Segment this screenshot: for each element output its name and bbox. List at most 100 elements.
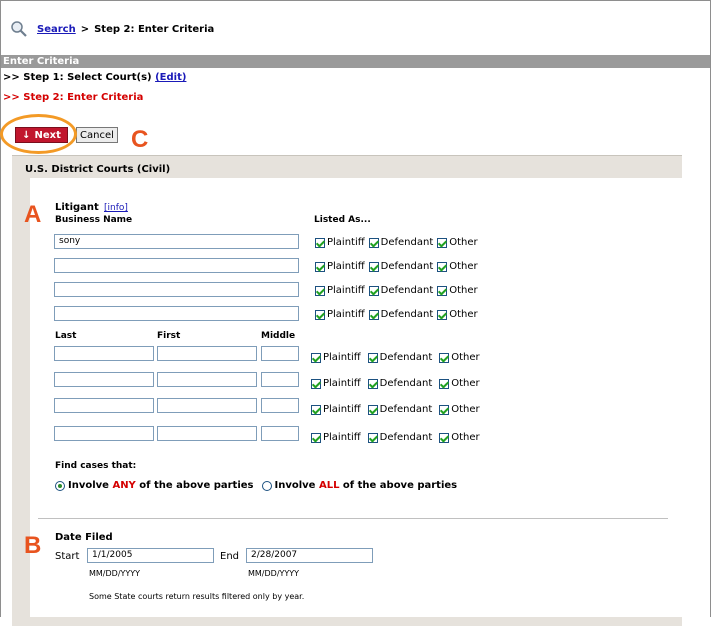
checkbox-plaintiff[interactable] xyxy=(311,404,321,415)
breadcrumb-search-link[interactable]: Search xyxy=(37,24,76,35)
litigant-info-link[interactable]: [info] xyxy=(104,203,128,213)
business-name-input[interactable] xyxy=(54,282,299,297)
business-name-input[interactable]: sony xyxy=(54,234,299,249)
step2-line: >> Step 2: Enter Criteria xyxy=(3,92,144,103)
checkbox-defendant[interactable] xyxy=(368,309,379,320)
business-name-input[interactable] xyxy=(54,306,299,321)
checkbox-other[interactable] xyxy=(439,378,450,389)
checkbox-defendant-label: Defendant xyxy=(379,432,433,443)
last-name-input[interactable] xyxy=(54,398,154,413)
last-name-input[interactable] xyxy=(54,426,154,441)
checkbox-other-label: Other xyxy=(451,404,480,415)
checkbox-other-label: Other xyxy=(449,261,478,272)
checkbox-plaintiff[interactable] xyxy=(311,352,321,363)
business-name-input[interactable] xyxy=(54,258,299,273)
checkbox-other[interactable] xyxy=(437,285,448,296)
checkbox-defendant[interactable] xyxy=(368,261,379,272)
checkbox-plaintiff[interactable] xyxy=(315,309,325,320)
checkbox-defendant[interactable] xyxy=(367,432,378,443)
checkbox-other-label: Other xyxy=(451,352,480,363)
date-filed-title: Date Filed xyxy=(55,532,113,543)
checkbox-defendant[interactable] xyxy=(367,378,378,389)
listed-as-checkboxes: Plaintiff Defendant Other xyxy=(315,237,478,248)
checkbox-plaintiff[interactable] xyxy=(315,285,325,296)
checkbox-defendant-label: Defendant xyxy=(380,309,434,320)
checkbox-other[interactable] xyxy=(439,352,450,363)
first-name-input[interactable] xyxy=(157,426,257,441)
search-magnifier-icon xyxy=(10,20,28,38)
middle-name-input[interactable] xyxy=(261,398,299,413)
step1-edit-link[interactable]: (Edit) xyxy=(155,72,186,83)
breadcrumb: Search > Step 2: Enter Criteria xyxy=(10,19,214,39)
checkbox-other[interactable] xyxy=(437,309,448,320)
checkbox-defendant-label: Defendant xyxy=(380,237,434,248)
checkbox-defendant[interactable] xyxy=(368,237,379,248)
step1-label: >> Step 1: Select Court(s) xyxy=(3,72,152,83)
annotation-a: A xyxy=(24,201,42,228)
checkbox-other[interactable] xyxy=(439,432,450,443)
radio-all-label: Involve ALL of the above parties xyxy=(274,480,458,491)
checkbox-other-label: Other xyxy=(451,378,480,389)
checkbox-plaintiff[interactable] xyxy=(315,237,325,248)
start-label: Start xyxy=(55,551,80,562)
cancel-button[interactable]: Cancel xyxy=(76,127,118,143)
first-name-input[interactable] xyxy=(157,372,257,387)
checkbox-plaintiff-label: Plaintiff xyxy=(327,237,365,248)
checkbox-other[interactable] xyxy=(437,261,448,272)
annotation-c: C xyxy=(131,126,149,153)
checkbox-plaintiff-label: Plaintiff xyxy=(327,261,365,272)
checkbox-plaintiff-label: Plaintiff xyxy=(323,352,361,363)
checkbox-defendant[interactable] xyxy=(367,404,378,415)
checkbox-defendant[interactable] xyxy=(367,352,378,363)
checkbox-defendant-label: Defendant xyxy=(379,404,433,415)
checkbox-defendant-label: Defendant xyxy=(379,378,433,389)
listed-as-checkboxes: Plaintiff Defendant Other xyxy=(311,404,480,415)
radio-all[interactable] xyxy=(261,480,272,491)
middle-name-input[interactable] xyxy=(261,426,299,441)
start-date-input[interactable]: 1/1/2005 xyxy=(87,548,214,563)
checkbox-defendant-label: Defendant xyxy=(380,261,434,272)
listed-as-checkboxes: Plaintiff Defendant Other xyxy=(315,285,478,296)
business-name-label: Business Name xyxy=(55,215,133,225)
checkbox-plaintiff-label: Plaintiff xyxy=(327,309,365,320)
middle-name-label: Middle xyxy=(261,331,296,341)
checkbox-defendant[interactable] xyxy=(368,285,379,296)
last-name-input[interactable] xyxy=(54,372,154,387)
checkbox-other-label: Other xyxy=(451,432,480,443)
date-note: Some State courts return results filtere… xyxy=(89,592,305,601)
checkbox-plaintiff[interactable] xyxy=(311,432,321,443)
radio-any[interactable] xyxy=(55,480,65,491)
litigant-title: Litigant xyxy=(55,202,99,213)
checkbox-defendant-label: Defendant xyxy=(380,285,434,296)
checkbox-plaintiff[interactable] xyxy=(311,378,321,389)
end-date-format-hint: MM/DD/YYYY xyxy=(248,569,300,578)
first-name-input[interactable] xyxy=(157,398,257,413)
end-date-input[interactable]: 2/28/2007 xyxy=(246,548,373,563)
end-label: End xyxy=(220,551,240,562)
breadcrumb-current: Step 2: Enter Criteria xyxy=(94,23,215,35)
listed-as-checkboxes: Plaintiff Defendant Other xyxy=(315,309,478,320)
listed-as-checkboxes: Plaintiff Defendant Other xyxy=(311,432,480,443)
checkbox-other[interactable] xyxy=(439,404,450,415)
checkbox-defendant-label: Defendant xyxy=(379,352,433,363)
listed-as-checkboxes: Plaintiff Defendant Other xyxy=(315,261,478,272)
step1-line: >> Step 1: Select Court(s) (Edit) xyxy=(3,72,186,83)
section-divider xyxy=(38,518,668,519)
first-name-input[interactable] xyxy=(157,346,257,361)
annotation-b: B xyxy=(24,532,42,559)
checkbox-plaintiff[interactable] xyxy=(315,261,325,272)
checkbox-plaintiff-label: Plaintiff xyxy=(323,432,361,443)
find-cases-label: Find cases that: xyxy=(55,461,137,471)
highlight-circle xyxy=(0,114,77,154)
last-name-input[interactable] xyxy=(54,346,154,361)
checkbox-plaintiff-label: Plaintiff xyxy=(323,378,361,389)
middle-name-input[interactable] xyxy=(261,372,299,387)
checkbox-other[interactable] xyxy=(437,237,448,248)
listed-as-checkboxes: Plaintiff Defendant Other xyxy=(311,352,480,363)
checkbox-other-label: Other xyxy=(449,309,478,320)
find-cases-options: Involve ANY of the above parties Involve… xyxy=(55,480,457,491)
last-name-label: Last xyxy=(55,331,77,341)
listed-as-label: Listed As... xyxy=(314,215,371,225)
start-date-format-hint: MM/DD/YYYY xyxy=(89,569,141,578)
middle-name-input[interactable] xyxy=(261,346,299,361)
